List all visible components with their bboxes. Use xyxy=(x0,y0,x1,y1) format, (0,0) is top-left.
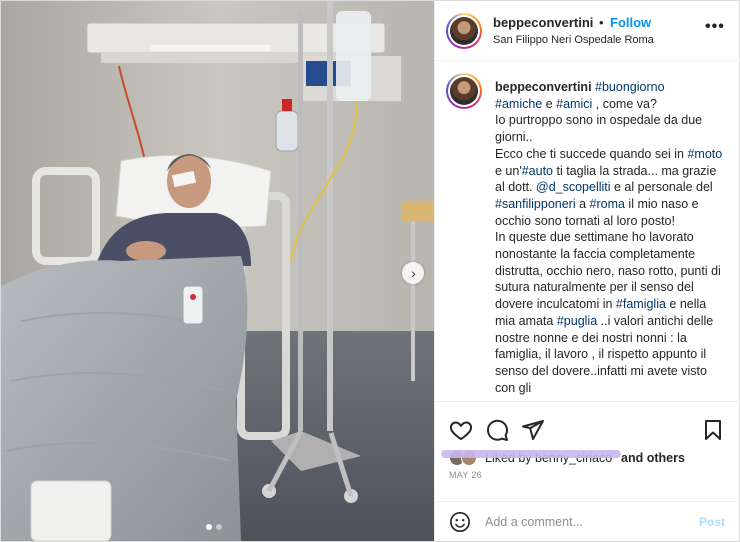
hashtag-link[interactable]: @d_scopelliti xyxy=(536,180,611,194)
hashtag-link[interactable]: #puglia xyxy=(557,314,597,328)
caption-segment: e xyxy=(542,96,557,111)
redaction-scribble xyxy=(441,450,621,458)
hospital-photo xyxy=(1,1,434,541)
post-photo[interactable]: › xyxy=(1,1,434,541)
share-paper-plane-icon[interactable] xyxy=(521,418,545,442)
chevron-right-icon: › xyxy=(411,265,416,281)
hashtag-link[interactable]: #amici xyxy=(556,97,592,111)
caption-text: beppeconvertini #buongiorno #amiche e #am… xyxy=(495,79,727,396)
caption-segment: e al personale del xyxy=(610,180,713,195)
caption-segment: Io purtroppo sono in ospedale da due gio… xyxy=(495,113,703,145)
post-side-panel: beppeconvertini • Follow San Filippo Ner… xyxy=(434,1,740,541)
like-heart-icon[interactable] xyxy=(449,418,473,442)
follow-button[interactable]: Follow xyxy=(610,15,651,30)
likes-row: Liked by benny_ciriaco and others xyxy=(441,448,737,468)
instagram-post: › beppeconvertini • Follow San Filippo N… xyxy=(0,0,740,542)
caption-segment: e un' xyxy=(495,163,522,178)
hashtag-link[interactable]: #auto xyxy=(522,164,553,178)
location-link[interactable]: San Filippo Neri Ospedale Roma xyxy=(493,34,654,46)
post-comment-button[interactable]: Post xyxy=(699,515,725,529)
hashtag-link[interactable]: #buongiorno xyxy=(595,80,665,94)
caption-segment: Ecco che ti succede quando sei in xyxy=(495,146,688,161)
avatar[interactable] xyxy=(446,13,482,49)
action-bar: Liked by benny_ciriaco and others MAY 26 xyxy=(435,401,740,501)
carousel-indicators xyxy=(206,524,222,530)
hashtag-link[interactable]: #sanfilipponeri xyxy=(495,197,576,211)
post-date: MAY 26 xyxy=(449,470,482,480)
post-header: beppeconvertini • Follow San Filippo Ner… xyxy=(435,1,740,61)
comment-icon[interactable] xyxy=(485,418,509,442)
caption-segment: a xyxy=(575,196,590,211)
save-bookmark-icon[interactable] xyxy=(701,418,725,442)
comment-input[interactable] xyxy=(485,512,685,532)
header-username[interactable]: beppeconvertini xyxy=(493,15,593,30)
carousel-dot xyxy=(216,524,222,530)
caption-avatar[interactable] xyxy=(446,73,482,109)
hashtag-link[interactable]: #amiche xyxy=(495,97,542,111)
caption-section: beppeconvertini #buongiorno #amiche e #am… xyxy=(435,62,740,400)
carousel-dot xyxy=(206,524,212,530)
next-slide-button[interactable]: › xyxy=(402,262,424,284)
hashtag-link[interactable]: #famiglia xyxy=(616,297,666,311)
more-options-icon[interactable]: ••• xyxy=(705,19,725,35)
caption-username[interactable]: beppeconvertini xyxy=(495,80,592,94)
emoji-icon[interactable] xyxy=(449,511,471,533)
hashtag-link[interactable]: #moto xyxy=(687,147,722,161)
comment-bar: Post xyxy=(435,501,740,541)
and-others-link[interactable]: and others xyxy=(621,451,685,465)
hashtag-link[interactable]: #roma xyxy=(590,197,625,211)
separator-dot: • xyxy=(599,15,604,30)
caption-segment: , come va? xyxy=(592,96,657,111)
